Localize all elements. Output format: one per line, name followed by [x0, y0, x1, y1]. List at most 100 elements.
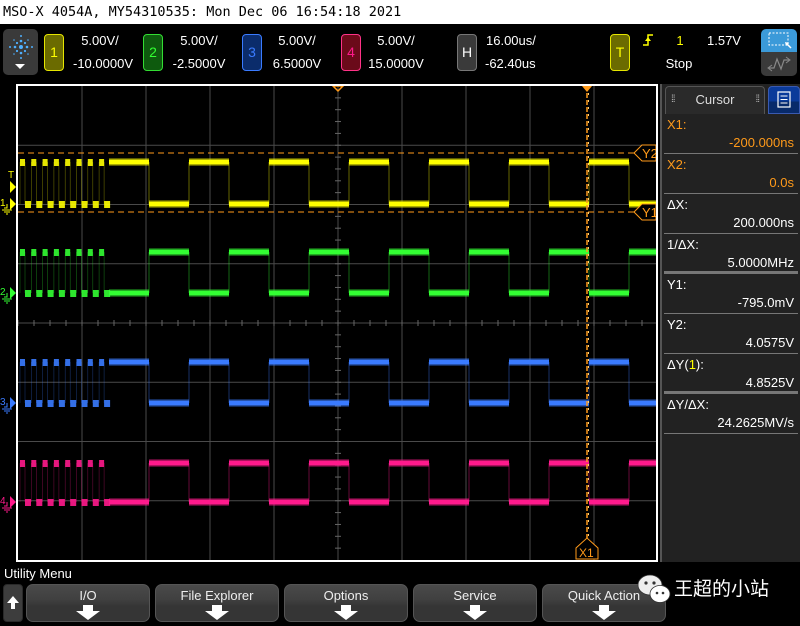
cursor-delta-y-value: 4.8525V: [745, 375, 794, 390]
title-bar: MSO-X 4054A, MY54310535: Mon Dec 06 16:5…: [0, 0, 800, 24]
trace-ch3-segment: [469, 400, 509, 406]
trace-ch2-burst-high: [53, 249, 59, 256]
channel-4-marker-label: 4: [0, 496, 6, 507]
trace-ch4-burst-high: [87, 460, 93, 467]
trace-ch3-burst-high: [87, 359, 93, 366]
waveform-button[interactable]: [761, 52, 797, 76]
trace-ch1-burst-low: [25, 201, 31, 208]
touch-mode-buttons: [761, 29, 797, 76]
zoom-select-button[interactable]: [761, 29, 797, 52]
waveform-canvas: Y2 Y1 X1: [18, 86, 656, 560]
cursor-x2-label: X2:: [667, 157, 687, 172]
trace-ch4-burst-high: [76, 460, 82, 467]
trace-ch3-burst-high: [53, 359, 59, 366]
trace-ch1-burst-high: [20, 159, 25, 166]
trace-ch3-segment: [229, 400, 269, 406]
delta-y-suffix: ):: [695, 357, 704, 372]
trace-ch4-segment: [469, 460, 509, 466]
channel-4-ground-marker: [10, 496, 16, 508]
cursor-row-x2[interactable]: X2: 0.0s: [664, 154, 798, 194]
trace-ch3-segment: [189, 359, 229, 365]
trace-ch1-segment: [589, 159, 629, 165]
grip-left-icon: ⁞⁞: [671, 94, 675, 105]
cursor-row-delta-y: ΔY(1): 4.8525V: [664, 354, 798, 394]
trace-ch1-segment: [469, 201, 509, 207]
horizontal-button[interactable]: H: [457, 34, 477, 71]
trace-ch2-segment: [149, 249, 189, 255]
trace-ch2-segment: [269, 290, 309, 296]
trace-ch4-segment: [189, 499, 229, 505]
tab-cursor[interactable]: ⁞⁞ Cursor ⁞⁞: [665, 86, 765, 114]
tab-cursor-label: Cursor: [695, 92, 735, 107]
trace-ch4-segment: [309, 460, 349, 466]
trace-ch2-segment: [549, 249, 589, 255]
trace-ch3-burst-high: [76, 359, 82, 366]
channel-1-offset: -10.0000V: [73, 56, 133, 71]
trace-ch1-segment: [149, 201, 189, 207]
menu-title: Utility Menu: [4, 566, 72, 581]
softkey-file-explorer-label: File Explorer: [180, 588, 254, 603]
channel-1-ground-marker: [10, 198, 16, 210]
trace-ch2-burst-high: [76, 249, 82, 256]
trace-ch1-segment: [269, 159, 309, 165]
waveform-autoscale-icon: [767, 56, 791, 72]
channel-3-marker-label: 3: [0, 397, 6, 408]
trace-ch3-segment: [389, 400, 429, 406]
channel-2-ground-marker: [10, 287, 16, 299]
trace-ch3-segment: [629, 400, 656, 406]
trace-ch4-segment: [109, 499, 149, 505]
trace-ch3-segment: [149, 400, 189, 406]
trace-ch3-segment: [429, 359, 469, 365]
trace-ch3-burst-high: [99, 359, 105, 366]
cursor-row-x1[interactable]: X1: -200.000ns: [664, 114, 798, 154]
trace-ch3-burst-low: [58, 400, 65, 407]
cursor-row-y2[interactable]: Y2: 4.0575V: [664, 314, 798, 354]
trace-ch2-segment: [349, 290, 389, 296]
horizontal-scale: 16.00us/: [486, 33, 536, 48]
trace-ch3-segment: [309, 400, 349, 406]
chevron-down-icon: [15, 64, 25, 69]
softkey-io[interactable]: I/O: [26, 584, 150, 622]
trace-ch2-burst-low: [47, 290, 54, 297]
trace-ch2-burst-high: [87, 249, 93, 256]
main-menu-button[interactable]: [3, 29, 38, 75]
trigger-source: 1: [676, 33, 684, 48]
keysight-logo-icon: [9, 35, 33, 59]
cursor-delta-x-label: ΔX:: [667, 197, 688, 212]
delta-y-prefix: ΔY(: [667, 357, 689, 372]
trace-ch2-burst-high: [31, 249, 37, 256]
cursor-x1-label: X1: [579, 546, 594, 560]
panel-menu-button[interactable]: [768, 86, 800, 114]
trace-ch2-burst-low: [58, 290, 65, 297]
trace-ch2-segment: [389, 249, 429, 255]
trace-ch3-burst-low: [104, 400, 111, 407]
trace-ch2-segment: [429, 290, 469, 296]
trigger-button[interactable]: T: [610, 34, 630, 71]
trace-ch4-burst-high: [53, 460, 59, 467]
trace-ch4-burst-high: [99, 460, 105, 467]
zoom-select-icon: [768, 32, 792, 49]
trace-ch1-segment: [109, 159, 149, 165]
channel-1-marker-label: 1: [0, 198, 6, 209]
trace-ch1-burst-low: [70, 201, 77, 208]
waveform-display[interactable]: Y2 Y1 X1: [16, 84, 658, 562]
trace-ch1-burst-high: [87, 159, 93, 166]
back-button[interactable]: [3, 584, 23, 622]
softkey-file-explorer[interactable]: File Explorer: [155, 584, 279, 622]
cursor-y2-value: 4.0575V: [745, 335, 794, 350]
trace-ch3-burst-high: [31, 359, 37, 366]
softkey-service[interactable]: Service: [413, 584, 537, 622]
softkey-options[interactable]: Options: [284, 584, 408, 622]
cursor-row-y1[interactable]: Y1: -795.0mV: [664, 274, 798, 314]
channel-3-scale: 5.00V/: [278, 33, 316, 48]
trace-ch3-burst-low: [47, 400, 54, 407]
trace-ch1-burst-high: [53, 159, 59, 166]
channel-3-ground-marker: [10, 397, 16, 409]
cursor-slope-label: ΔY/ΔX:: [667, 397, 709, 412]
trigger-level: 1.57V: [707, 33, 741, 48]
trace-ch2-burst-low: [36, 290, 43, 297]
trace-ch4-burst-low: [70, 499, 77, 506]
trace-ch1-burst-low: [81, 201, 88, 208]
cursor-y1-value: -795.0mV: [737, 295, 794, 310]
trace-ch1-burst-high: [31, 159, 37, 166]
